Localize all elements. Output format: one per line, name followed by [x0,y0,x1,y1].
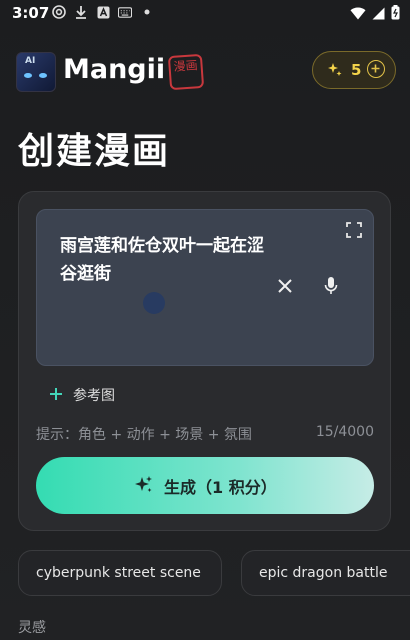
status-bar: 3:07 [0,0,410,28]
hint-text: 提示：角色 + 动作 + 场景 + 氛围 [36,427,252,443]
manga-stamp-logo: 漫画 [167,53,205,91]
prompt-text[interactable]: 雨宫莲和佐仓双叶一起在涩谷逛街 [60,232,270,288]
signal-icon [372,5,385,24]
app-name: Mangii [63,54,166,85]
at-sign-icon [52,5,66,19]
add-credits-icon[interactable] [367,60,385,78]
dot-icon [140,5,154,19]
suggestion-chips: cyberpunk street scene epic dragon battl… [18,550,410,598]
touch-indicator [143,292,165,314]
logo-eye-left [24,73,32,78]
logo-mark: AI [25,56,36,66]
system-icons [350,5,400,24]
expand-icon[interactable] [346,222,362,238]
font-icon [96,5,110,19]
sparkle-icon [134,475,154,499]
create-card: 雨宫莲和佐仓双叶一起在涩谷逛街 参考图 提示：角色 + 动作 + 场景 + 氛围… [18,191,391,531]
add-reference-button[interactable]: 参考图 [49,385,115,405]
sparkle-icon [327,62,343,82]
keyboard-icon [118,5,132,19]
generate-button[interactable]: 生成（1 积分） [36,457,374,514]
notification-icons [52,5,154,19]
wifi-icon [350,5,366,24]
credits-count: 5 [351,61,362,79]
reference-label: 参考图 [73,388,115,404]
app-header: AI Mangii 漫画 5 [16,51,396,92]
suggestion-chip[interactable]: cyberpunk street scene [18,550,222,596]
generate-label: 生成（1 积分） [164,478,277,497]
app-logo: AI [16,52,56,92]
credits-button[interactable]: 5 [312,51,396,89]
suggestion-chip[interactable]: epic dragon battle [241,550,410,596]
download-icon [74,5,88,19]
clear-icon[interactable] [277,278,293,294]
battery-icon [391,5,400,24]
page-title: 创建漫画 [18,131,171,172]
microphone-icon[interactable] [324,276,338,296]
logo-eye-right [39,73,47,78]
status-time: 3:07 [12,4,50,22]
prompt-input[interactable]: 雨宫莲和佐仓双叶一起在涩谷逛街 [36,209,374,366]
character-count: 15/4000 [315,424,374,440]
hint-row: 提示：角色 + 动作 + 场景 + 氛围 15/4000 [36,424,374,444]
plus-icon [49,385,63,405]
inspiration-label: 灵感 [18,620,46,636]
